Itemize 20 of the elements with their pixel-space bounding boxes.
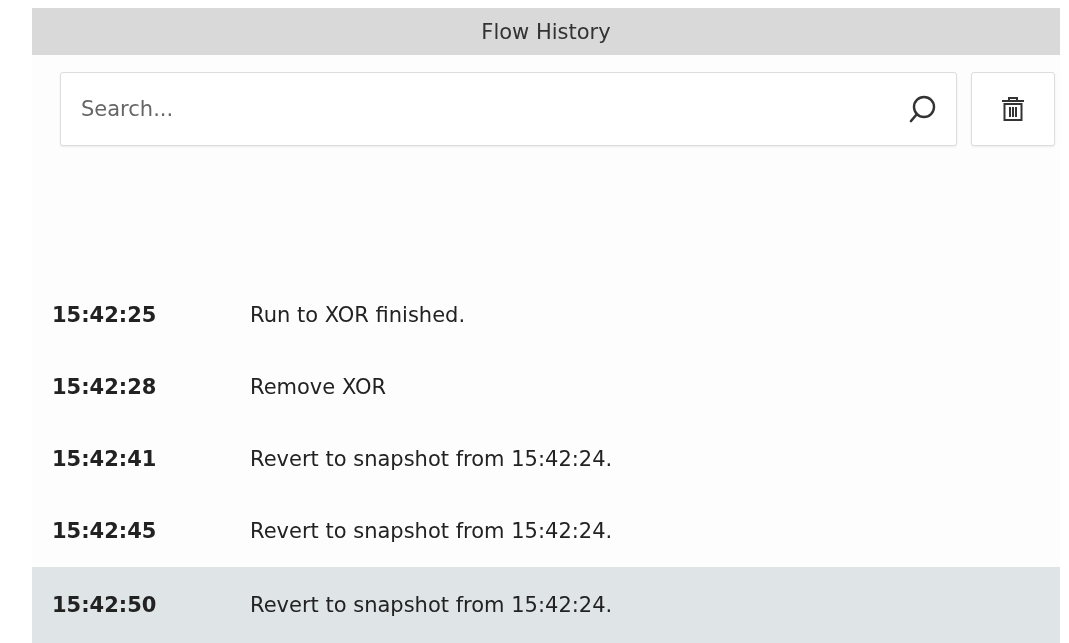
entry-message: Revert to snapshot from 15:42:24. bbox=[250, 447, 613, 471]
history-row[interactable]: 15:42:28 Remove XOR bbox=[32, 351, 1060, 423]
history-row[interactable]: 15:42:50 Revert to snapshot from 15:42:24. bbox=[32, 567, 1060, 643]
entry-message: Revert to snapshot from 15:42:24. bbox=[250, 593, 613, 617]
history-row[interactable]: 15:42:41 Revert to snapshot from 15:42:24. bbox=[32, 423, 1060, 495]
entry-time: 15:42:25 bbox=[52, 303, 158, 327]
entry-time: 15:42:28 bbox=[52, 375, 158, 399]
entry-time: 15:42:45 bbox=[52, 519, 158, 543]
history-row[interactable]: 15:42:45 Revert to snapshot from 15:42:24. bbox=[32, 495, 1060, 567]
entry-message: Revert to snapshot from 15:42:24. bbox=[250, 519, 613, 543]
search-field[interactable]: Search... bbox=[60, 72, 957, 146]
history-row[interactable]: 15:42:25 Run to XOR finished. bbox=[32, 279, 1060, 351]
search-icon[interactable] bbox=[909, 94, 937, 124]
entry-time: 15:42:50 bbox=[52, 593, 158, 617]
panel-title: Flow History bbox=[32, 8, 1060, 55]
trash-icon bbox=[1001, 96, 1025, 122]
entry-time: 15:42:41 bbox=[52, 447, 158, 471]
delete-button[interactable] bbox=[971, 72, 1055, 146]
entry-message: Remove XOR bbox=[250, 375, 387, 399]
entry-message: Run to XOR finished. bbox=[250, 303, 466, 327]
